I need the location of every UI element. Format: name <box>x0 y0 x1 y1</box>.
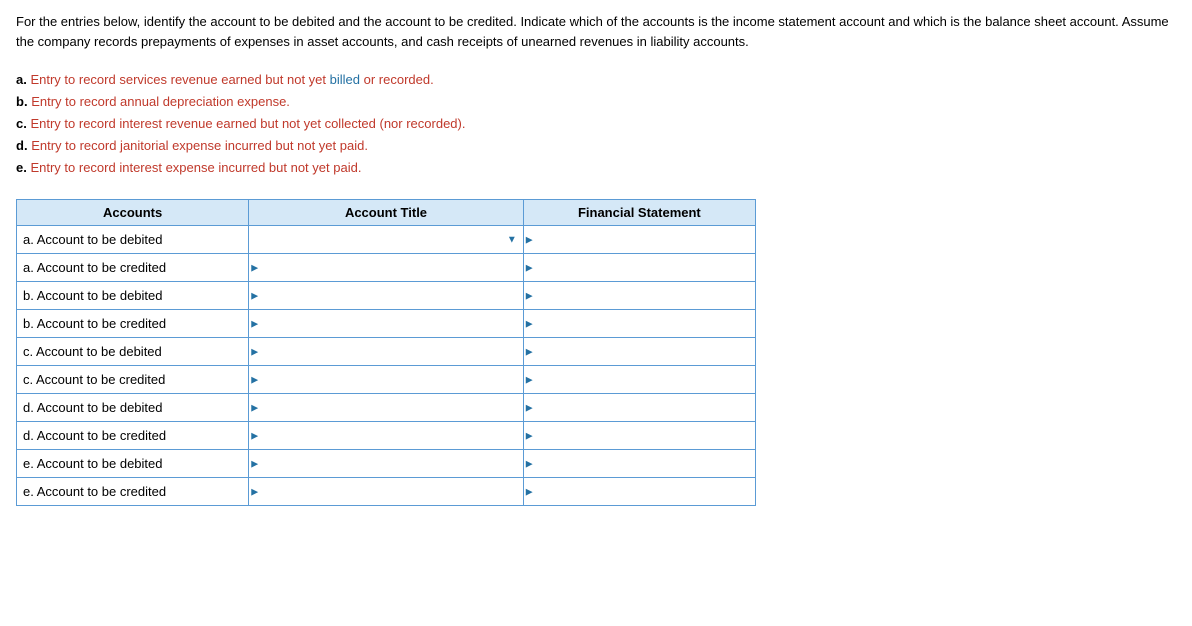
table-row: e. Account to be debitedAccounts Receiva… <box>17 450 756 478</box>
financial-statement-dropdown-cell[interactable]: Balance SheetIncome Statement▶ <box>523 338 755 366</box>
financial-statement-select[interactable]: Balance SheetIncome Statement <box>524 254 755 281</box>
financial-statement-select[interactable]: Balance SheetIncome Statement <box>524 450 755 477</box>
col-financial-statement: Financial Statement <box>523 200 755 226</box>
account-title-select[interactable]: Accounts ReceivableAccrued LiabilitiesAc… <box>249 226 522 253</box>
table-row: c. Account to be creditedAccounts Receiv… <box>17 366 756 394</box>
account-title-select[interactable]: Accounts ReceivableAccrued LiabilitiesAc… <box>249 394 522 421</box>
row-label: b. Account to be credited <box>17 310 249 338</box>
entry-e: e. Entry to record interest expense incu… <box>16 157 1176 179</box>
financial-statement-select[interactable]: Balance SheetIncome Statement <box>524 422 755 449</box>
financial-statement-dropdown-cell[interactable]: Balance SheetIncome Statement▶ <box>523 254 755 282</box>
table-row: b. Account to be creditedAccounts Receiv… <box>17 310 756 338</box>
account-title-dropdown-cell[interactable]: Accounts ReceivableAccrued LiabilitiesAc… <box>249 422 523 450</box>
col-account-title: Account Title <box>249 200 523 226</box>
financial-statement-dropdown-cell[interactable]: Balance SheetIncome Statement▶ <box>523 282 755 310</box>
financial-statement-dropdown-cell[interactable]: Balance SheetIncome Statement▶ <box>523 226 755 254</box>
financial-statement-select[interactable]: Balance SheetIncome Statement <box>524 338 755 365</box>
account-title-dropdown-cell[interactable]: Accounts ReceivableAccrued LiabilitiesAc… <box>249 310 523 338</box>
financial-statement-select[interactable]: Balance SheetIncome Statement <box>524 226 755 253</box>
entries-list: a. Entry to record services revenue earn… <box>16 69 1176 179</box>
row-label: c. Account to be debited <box>17 338 249 366</box>
account-title-dropdown-cell[interactable]: Accounts ReceivableAccrued LiabilitiesAc… <box>249 254 523 282</box>
account-title-dropdown-cell[interactable]: Accounts ReceivableAccrued LiabilitiesAc… <box>249 394 523 422</box>
financial-statement-dropdown-cell[interactable]: Balance SheetIncome Statement▶ <box>523 310 755 338</box>
table-row: b. Account to be debitedAccounts Receiva… <box>17 282 756 310</box>
account-title-select[interactable]: Accounts ReceivableAccrued LiabilitiesAc… <box>249 254 522 281</box>
financial-statement-dropdown-cell[interactable]: Balance SheetIncome Statement▶ <box>523 366 755 394</box>
account-title-dropdown-cell[interactable]: Accounts ReceivableAccrued LiabilitiesAc… <box>249 338 523 366</box>
financial-statement-dropdown-cell[interactable]: Balance SheetIncome Statement▶ <box>523 422 755 450</box>
row-label: a. Account to be credited <box>17 254 249 282</box>
financial-statement-select[interactable]: Balance SheetIncome Statement <box>524 282 755 309</box>
col-accounts: Accounts <box>17 200 249 226</box>
account-title-select[interactable]: Accounts ReceivableAccrued LiabilitiesAc… <box>249 450 522 477</box>
account-title-select[interactable]: Accounts ReceivableAccrued LiabilitiesAc… <box>249 366 522 393</box>
account-title-dropdown-cell[interactable]: Accounts ReceivableAccrued LiabilitiesAc… <box>249 366 523 394</box>
table-row: a. Account to be debitedAccounts Receiva… <box>17 226 756 254</box>
row-label: d. Account to be credited <box>17 422 249 450</box>
entry-d: d. Entry to record janitorial expense in… <box>16 135 1176 157</box>
account-title-dropdown-cell[interactable]: Accounts ReceivableAccrued LiabilitiesAc… <box>249 282 523 310</box>
account-title-dropdown-cell[interactable]: Accounts ReceivableAccrued LiabilitiesAc… <box>249 478 523 506</box>
account-title-select[interactable]: Accounts ReceivableAccrued LiabilitiesAc… <box>249 422 522 449</box>
financial-statement-select[interactable]: Balance SheetIncome Statement <box>524 394 755 421</box>
financial-statement-dropdown-cell[interactable]: Balance SheetIncome Statement▶ <box>523 450 755 478</box>
account-title-select[interactable]: Accounts ReceivableAccrued LiabilitiesAc… <box>249 338 522 365</box>
account-title-select[interactable]: Accounts ReceivableAccrued LiabilitiesAc… <box>249 310 522 337</box>
table-row: d. Account to be creditedAccounts Receiv… <box>17 422 756 450</box>
account-title-select[interactable]: Accounts ReceivableAccrued LiabilitiesAc… <box>249 478 522 505</box>
financial-statement-select[interactable]: Balance SheetIncome Statement <box>524 366 755 393</box>
financial-statement-dropdown-cell[interactable]: Balance SheetIncome Statement▶ <box>523 478 755 506</box>
accounts-table: Accounts Account Title Financial Stateme… <box>16 199 756 506</box>
row-label: a. Account to be debited <box>17 226 249 254</box>
financial-statement-dropdown-cell[interactable]: Balance SheetIncome Statement▶ <box>523 394 755 422</box>
account-title-dropdown-cell[interactable]: Accounts ReceivableAccrued LiabilitiesAc… <box>249 450 523 478</box>
table-row: a. Account to be creditedAccounts Receiv… <box>17 254 756 282</box>
row-label: e. Account to be debited <box>17 450 249 478</box>
row-label: b. Account to be debited <box>17 282 249 310</box>
financial-statement-select[interactable]: Balance SheetIncome Statement <box>524 310 755 337</box>
table-row: d. Account to be debitedAccounts Receiva… <box>17 394 756 422</box>
table-row: e. Account to be creditedAccounts Receiv… <box>17 478 756 506</box>
entry-a: a. Entry to record services revenue earn… <box>16 69 1176 91</box>
table-row: c. Account to be debitedAccounts Receiva… <box>17 338 756 366</box>
account-title-dropdown-cell[interactable]: Accounts ReceivableAccrued LiabilitiesAc… <box>249 226 523 254</box>
row-label: d. Account to be debited <box>17 394 249 422</box>
account-title-select[interactable]: Accounts ReceivableAccrued LiabilitiesAc… <box>249 282 522 309</box>
row-label: c. Account to be credited <box>17 366 249 394</box>
financial-statement-select[interactable]: Balance SheetIncome Statement <box>524 478 755 505</box>
entry-c: c. Entry to record interest revenue earn… <box>16 113 1176 135</box>
row-label: e. Account to be credited <box>17 478 249 506</box>
entry-b: b. Entry to record annual depreciation e… <box>16 91 1176 113</box>
intro-paragraph: For the entries below, identify the acco… <box>16 12 1176 51</box>
